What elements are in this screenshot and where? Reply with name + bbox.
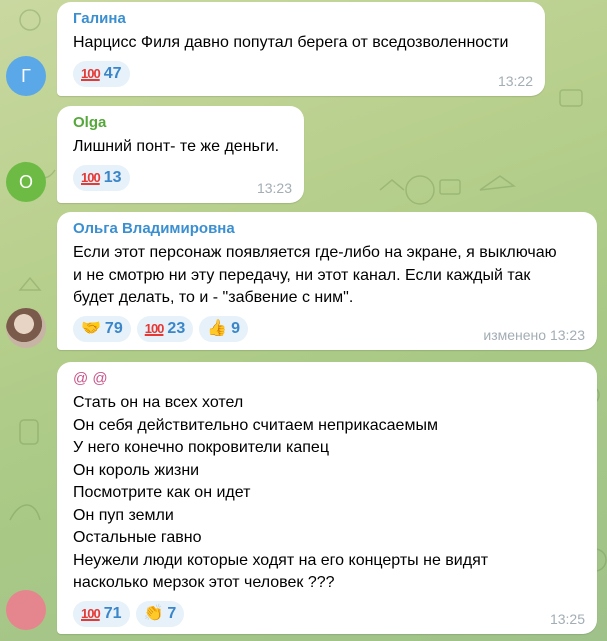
- message-line: Неужели люди которые ходят на его концер…: [73, 551, 489, 569]
- reaction-chip[interactable]: 100 71: [73, 600, 130, 627]
- message-line: Если этот персонаж появляется где-либо н…: [73, 244, 557, 261]
- message-time: 13:25: [549, 611, 585, 627]
- reactions: 100 71 👏 7: [73, 600, 583, 627]
- message-bubble[interactable]: Olga Лишний понт- те же деньги. 100 13 1…: [57, 106, 304, 203]
- avatar-letter: Г: [21, 65, 31, 86]
- reaction-chip[interactable]: 🤝 79: [73, 315, 131, 342]
- hundred-points-icon: 100: [144, 321, 165, 336]
- sender-name[interactable]: Olga: [73, 114, 290, 131]
- message-text: Стать он на всех хотел Он себя действите…: [73, 392, 583, 595]
- message-line: У него конечно покровители капец: [73, 439, 329, 456]
- message-line: Он пуп земли: [73, 506, 174, 524]
- reaction-count: 47: [103, 64, 122, 82]
- avatar[interactable]: Г: [6, 56, 46, 96]
- sender-name[interactable]: @ @: [73, 370, 583, 387]
- avatar[interactable]: O: [6, 162, 46, 202]
- message-line: Стать он на всех хотел: [73, 394, 244, 411]
- reaction-count: 7: [167, 604, 177, 622]
- message-text: Нарцисс Филя давно попутал берега от все…: [73, 32, 531, 55]
- reaction-count: 23: [167, 319, 186, 337]
- sender-name[interactable]: Ольга Владимировна: [73, 220, 583, 237]
- message-line: Нарцисс Филя давно попутал берега от все…: [73, 34, 509, 51]
- message-time: 13:22: [497, 73, 533, 89]
- message-text: Лишний понт- те же деньги.: [73, 136, 290, 159]
- reaction-count: 13: [103, 168, 122, 186]
- hundred-points-icon: 100: [81, 66, 101, 81]
- reaction-chip[interactable]: 100 13: [73, 164, 130, 191]
- reaction-chip[interactable]: 👏 7: [135, 600, 185, 627]
- message-line: будет делать, то и - "забвение с ним".: [73, 289, 354, 306]
- message-time: 13:23: [256, 180, 292, 196]
- avatar-letter: O: [18, 171, 33, 192]
- hundred-points-icon: 100: [81, 606, 101, 621]
- reaction-chip[interactable]: 100 23: [136, 315, 194, 342]
- message-line: Остальные гавно: [73, 529, 202, 546]
- avatar[interactable]: [6, 590, 46, 630]
- reaction-count: 9: [231, 319, 241, 337]
- thumbs-up-icon: 👍: [207, 319, 228, 337]
- message-line: Он себя действительно считаем неприкасае…: [73, 416, 438, 434]
- message-line: насколько мерзок этот человек ???: [73, 574, 335, 591]
- message-bubble[interactable]: Галина Нарцисс Филя давно попутал берега…: [57, 2, 545, 96]
- handshake-icon: 🤝: [81, 319, 101, 337]
- reaction-count: 71: [103, 604, 122, 622]
- hundred-points-icon: 100: [81, 170, 101, 185]
- message-line: Посмотрите как он идет: [73, 484, 251, 501]
- message-text: Если этот персонаж появляется где-либо н…: [73, 242, 583, 310]
- reaction-chip[interactable]: 100 47: [73, 60, 130, 87]
- reaction-chip[interactable]: 👍 9: [199, 315, 249, 342]
- message-bubble[interactable]: @ @ Стать он на всех хотел Он себя дейст…: [57, 362, 597, 634]
- avatar[interactable]: [6, 308, 46, 348]
- message-line: Он король жизни: [73, 461, 200, 479]
- message-line: и не смотрю ни эту передачу, ни этот кан…: [73, 266, 531, 284]
- reaction-count: 79: [104, 319, 123, 337]
- sender-name[interactable]: Галина: [73, 10, 531, 27]
- clapping-hands-icon: 👏: [143, 604, 164, 622]
- message-time: изменено 13:23: [483, 327, 585, 343]
- message-bubble[interactable]: Ольга Владимировна Если этот персонаж по…: [57, 212, 597, 350]
- reactions: 100 47: [73, 60, 531, 87]
- message-line: Лишний понт- те же деньги.: [73, 138, 280, 155]
